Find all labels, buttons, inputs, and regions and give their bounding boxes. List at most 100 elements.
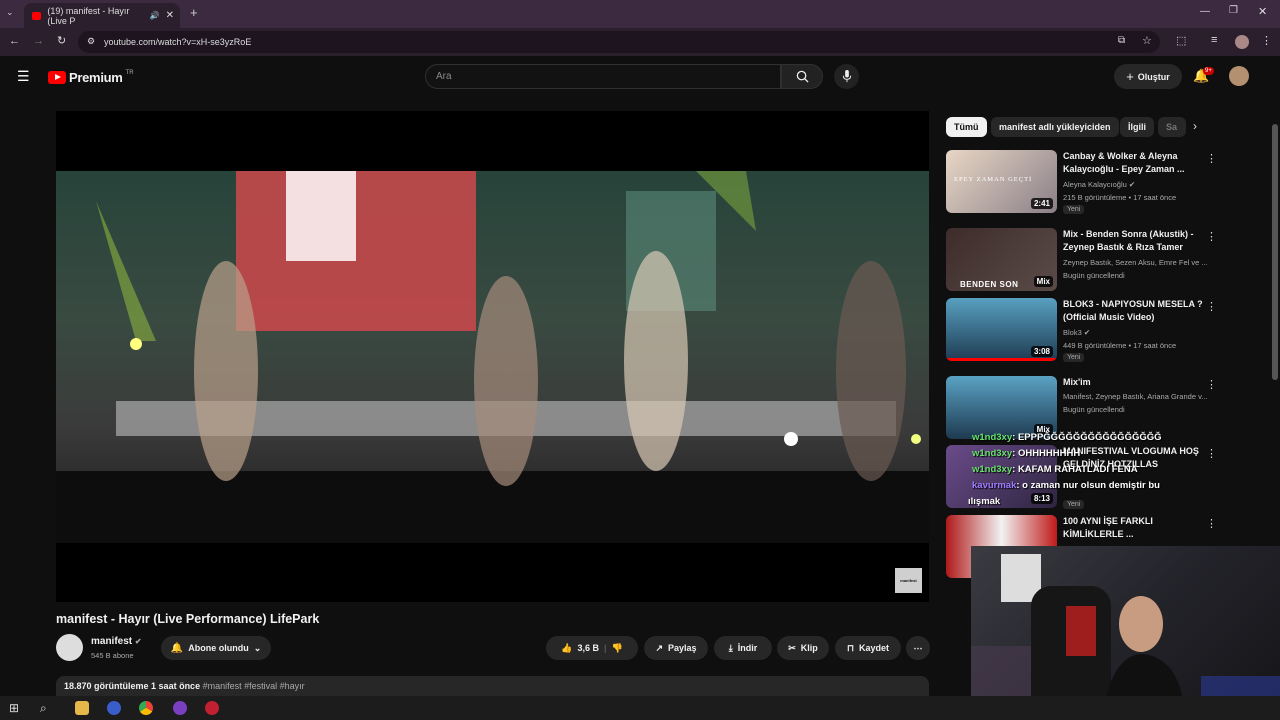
new-tab-icon[interactable]: + <box>190 5 198 20</box>
subscribed-button[interactable]: 🔔 Abone olundu ⌄ <box>161 636 271 660</box>
hamburger-menu-icon[interactable]: ☰ <box>17 68 30 85</box>
youtube-logo[interactable]: Premium TR <box>48 70 134 85</box>
extensions-icon[interactable]: ⬚ <box>1176 34 1186 47</box>
chat-message: w1nd3xy: OHHHHHHHH <box>972 448 1081 459</box>
back-icon[interactable]: ← <box>9 35 20 47</box>
media-controls-icon[interactable]: ≡ <box>1211 34 1217 46</box>
tab-close-icon[interactable]: ✕ <box>166 10 174 21</box>
recommendation-item[interactable]: 3:08 BLOK3 - NAPIYOSUN MESELA ? (Officia… <box>946 298 1226 363</box>
dislike-button[interactable]: 👎 <box>612 643 623 654</box>
webcam-overlay <box>971 546 1280 720</box>
recommendation-thumbnail[interactable]: 3:08 <box>946 298 1057 361</box>
channel-name[interactable]: manifest ✔ <box>91 636 142 647</box>
cast-icon[interactable]: ⧉ <box>1118 35 1125 46</box>
save-button[interactable]: ⊓ Kaydet <box>835 636 901 660</box>
recommendation-meta: Bugün güncellendi <box>1063 271 1125 280</box>
share-label: Paylaş <box>668 643 697 653</box>
mix-label: Mix <box>1033 276 1053 287</box>
chrome-icon[interactable] <box>139 701 153 715</box>
recommendation-channel: Blok3 ✔ <box>1063 328 1091 337</box>
chat-message: ılışmak <box>968 496 1001 507</box>
browser-menu-icon[interactable]: ⋮ <box>1261 34 1272 47</box>
windows-start-icon[interactable]: ⊞ <box>9 701 23 715</box>
channel-watermark[interactable]: manifest <box>895 568 922 593</box>
like-button[interactable]: 👍 3,6 B <box>561 643 599 654</box>
taskbar-search-icon[interactable]: ⌕ <box>40 701 54 715</box>
site-info-icon[interactable]: ⚙ <box>87 36 95 47</box>
new-badge: Yeni <box>1063 205 1085 214</box>
recommendation-thumbnail[interactable]: BENDEN SON Mix <box>946 228 1057 291</box>
kebab-menu-icon[interactable]: ⋮ <box>1206 230 1217 243</box>
like-count: 3,6 B <box>577 643 599 653</box>
recommendation-item[interactable]: EPEY ZAMAN GEÇTİ 2:41 Canbay & Wolker & … <box>946 150 1226 215</box>
youtube-favicon-icon <box>32 11 42 20</box>
post-time: 1 saat önce <box>151 681 201 691</box>
kebab-menu-icon[interactable]: ⋮ <box>1206 152 1217 165</box>
channel-name-text: manifest <box>91 636 133 647</box>
chip-related[interactable]: İlgili <box>1120 117 1154 137</box>
voice-search-button[interactable] <box>834 64 859 89</box>
region-code: TR <box>125 70 134 76</box>
video-title: manifest - Hayır (Live Performance) Life… <box>56 612 320 626</box>
kebab-menu-icon[interactable]: ⋮ <box>1206 300 1217 313</box>
reload-icon[interactable]: ↻ <box>57 34 66 47</box>
description-box[interactable]: 18.870 görüntüleme 1 saat önce #manifest… <box>56 676 929 696</box>
video-frame[interactable] <box>56 171 929 543</box>
chip-partial[interactable]: Sa <box>1158 117 1186 137</box>
chat-message: w1nd3xy: KAFAM RAHATLADI FENA <box>972 464 1138 475</box>
verified-icon: ✔ <box>1128 180 1136 189</box>
recommendation-meta: Bugün güncellendi <box>1063 405 1125 414</box>
browser-tab[interactable]: (19) manifest - Hayır (Live P 🔊 ✕ <box>24 3 180 28</box>
kebab-menu-icon[interactable]: ⋮ <box>1206 378 1217 391</box>
app-icon[interactable] <box>107 701 121 715</box>
create-button[interactable]: + Oluştur <box>1114 64 1182 89</box>
more-actions-button[interactable]: ⋯ <box>906 636 930 660</box>
kebab-menu-icon[interactable]: ⋮ <box>1206 447 1217 460</box>
clip-button[interactable]: ✂ Klip <box>777 636 829 660</box>
video-duration: 3:08 <box>1030 346 1053 357</box>
chip-from-uploader[interactable]: manifest adlı yükleyiciden <box>991 117 1119 137</box>
tab-list-chevron-icon[interactable]: ⌄ <box>6 7 14 18</box>
bell-icon: 🔔 <box>170 642 184 654</box>
subscribed-label: Abone olundu <box>188 643 249 653</box>
recommendation-title: BLOK3 - NAPIYOSUN MESELA ? (Official Mus… <box>1063 299 1203 322</box>
chips-next-chevron-icon[interactable]: › <box>1193 119 1197 133</box>
url-text: youtube.com/watch?v=xH-se3yzRoE <box>104 37 252 47</box>
recommendation-channel: Aleyna Kalaycıoğlu ✔ <box>1063 180 1136 189</box>
recommendation-thumbnail[interactable]: EPEY ZAMAN GEÇTİ 2:41 <box>946 150 1057 213</box>
minimize-icon[interactable]: — <box>1200 6 1210 17</box>
restore-icon[interactable]: ❐ <box>1229 5 1238 16</box>
divider: | <box>603 643 607 653</box>
chip-all[interactable]: Tümü <box>946 117 987 137</box>
recommendation-title: 100 AYNI İŞE FARKLI KİMLİKLERLE ... <box>1063 516 1153 539</box>
search-input[interactable]: Ara <box>425 64 781 89</box>
profile-avatar[interactable] <box>1235 35 1249 49</box>
clip-label: Klip <box>800 643 818 653</box>
view-count: 18.870 görüntüleme <box>64 681 149 691</box>
more-horizontal-icon: ⋯ <box>913 642 923 653</box>
recommendation-item[interactable]: BENDEN SON Mix Mix - Benden Sonra (Akust… <box>946 228 1226 293</box>
new-badge: Yeni <box>1063 353 1085 362</box>
discord-icon[interactable] <box>173 701 187 715</box>
window-close-icon[interactable]: ✕ <box>1258 5 1267 18</box>
page-scrollbar[interactable] <box>1272 124 1278 380</box>
download-button[interactable]: ⤓ İndir <box>714 636 772 660</box>
share-button[interactable]: ↗ Paylaş <box>644 636 708 660</box>
plus-icon: + <box>1126 69 1134 84</box>
like-dislike-group: 👍 3,6 B | 👎 <box>546 636 638 660</box>
search-button[interactable] <box>781 64 823 89</box>
file-explorer-icon[interactable] <box>75 701 89 715</box>
kebab-menu-icon[interactable]: ⋮ <box>1206 517 1217 530</box>
recommendation-thumbnail[interactable]: Mix <box>946 376 1057 439</box>
stream-chat-overlay: w1nd3xy: EPPPĞĞĞĞĞĞĞĞĞĞĞĞĞĞĞĞ w1nd3xy: O… <box>968 432 1162 507</box>
hashtags[interactable]: #manifest #festival #hayır <box>203 681 305 691</box>
account-avatar[interactable] <box>1229 66 1249 86</box>
tab-audio-icon[interactable]: 🔊 <box>150 11 160 20</box>
app-icon[interactable] <box>205 701 219 715</box>
recommendation-channel: Zeynep Bastık, Sezen Aksu, Emre Fel ve .… <box>1063 258 1208 267</box>
channel-avatar[interactable] <box>56 634 83 661</box>
url-field[interactable]: ⚙ youtube.com/watch?v=xH-se3yzRoE ⧉ ☆ <box>78 31 1160 53</box>
bookmark-star-icon[interactable]: ☆ <box>1142 34 1152 47</box>
forward-icon[interactable]: → <box>33 35 44 47</box>
video-player[interactable]: manifest <box>56 111 929 602</box>
